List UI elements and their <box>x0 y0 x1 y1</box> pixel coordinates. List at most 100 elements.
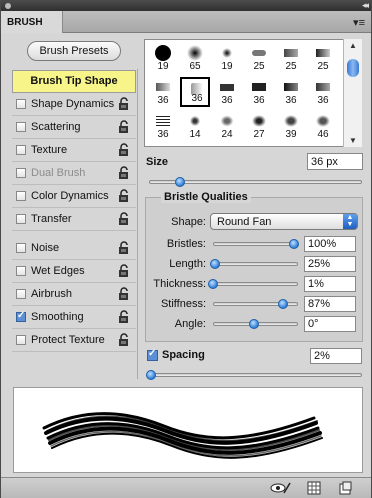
option-scattering[interactable]: Scattering <box>12 116 136 139</box>
brush-tip-swatch <box>281 46 301 60</box>
brush-grid-icon[interactable] <box>307 481 321 495</box>
lock-icon[interactable] <box>118 212 130 226</box>
option-shape-dynamics[interactable]: Shape Dynamics <box>12 93 136 116</box>
panel-menu-icon[interactable]: ▾≡ <box>353 16 365 29</box>
length-slider-track[interactable] <box>213 262 298 266</box>
brush-tip-cell[interactable]: 24 <box>212 111 242 141</box>
texture-checkbox[interactable] <box>16 145 26 155</box>
option-color-dynamics[interactable]: Color Dynamics <box>12 185 136 208</box>
option-smoothing[interactable]: Smoothing <box>12 306 136 329</box>
brush-tip-cell[interactable]: 36 <box>244 77 274 107</box>
option-noise[interactable]: Noise <box>12 237 136 260</box>
brush-tip-shape-item[interactable]: Brush Tip Shape <box>12 70 136 93</box>
brush-tip-cell[interactable]: 36 <box>308 77 338 107</box>
panel-titlebar: ◂◂ <box>1 0 371 11</box>
size-field[interactable]: 36 px <box>307 153 363 170</box>
brush-tip-swatch <box>313 80 333 94</box>
noise-checkbox[interactable] <box>16 243 26 253</box>
shape-select-value: Round Fan <box>217 216 272 228</box>
brush-tip-grid[interactable]: 19 65 19 25 25 25 36 36 36 36 36 36 36 14 24 27 39 46 <box>144 39 362 147</box>
brush-tip-cell[interactable]: 14 <box>180 111 210 141</box>
collapse-icon[interactable]: ◂◂ <box>362 0 369 11</box>
bristles-slider-knob[interactable] <box>289 239 299 249</box>
stiffness-field[interactable]: 87% <box>304 296 356 312</box>
shape-select[interactable]: Round Fan ▲ ▼ <box>210 213 358 230</box>
size-slider-knob[interactable] <box>175 177 185 187</box>
lock-icon[interactable] <box>118 143 130 157</box>
brush-tip-cell[interactable]: 36 <box>148 111 178 141</box>
brush-tip-cell[interactable]: 36 <box>180 77 210 107</box>
brush-tip-cell[interactable]: 36 <box>212 77 242 107</box>
brush-tip-size: 46 <box>317 129 329 140</box>
length-field[interactable]: 25% <box>304 256 356 272</box>
bristle-preview-toggle-icon[interactable] <box>269 481 291 495</box>
option-dual-brush[interactable]: Dual Brush <box>12 162 136 185</box>
close-icon[interactable] <box>5 3 11 9</box>
new-preset-icon[interactable] <box>338 481 352 495</box>
transfer-label: Transfer <box>31 213 72 225</box>
brush-tip-size: 24 <box>221 129 233 140</box>
angle-slider-knob[interactable] <box>248 319 259 329</box>
angle-label: Angle: <box>174 318 206 330</box>
smoothing-checkbox[interactable] <box>16 310 26 322</box>
option-texture[interactable]: Texture <box>12 139 136 162</box>
brush-tip-size: 65 <box>189 61 201 72</box>
brush-tip-cell[interactable]: 46 <box>308 111 338 141</box>
option-protect-texture[interactable]: Protect Texture <box>12 329 136 352</box>
noise-label: Noise <box>31 242 60 254</box>
airbrush-checkbox[interactable] <box>16 289 26 299</box>
brush-tip-cell[interactable]: 39 <box>276 111 306 141</box>
spacing-slider-knob[interactable] <box>146 370 156 380</box>
bristles-field[interactable]: 100% <box>304 236 356 252</box>
lock-icon[interactable] <box>118 264 130 278</box>
brush-tip-cell[interactable]: 36 <box>276 77 306 107</box>
angle-field[interactable]: 0° <box>304 316 356 332</box>
thickness-slider-knob[interactable] <box>208 279 218 289</box>
color-dynamics-checkbox[interactable] <box>16 191 26 201</box>
lock-icon[interactable] <box>118 120 130 134</box>
protect-texture-checkbox[interactable] <box>16 335 26 345</box>
brush-grid-scrollbar[interactable]: ▲ ▼ <box>343 39 362 147</box>
lock-icon[interactable] <box>118 287 130 301</box>
spacing-field[interactable]: 2% <box>310 348 362 364</box>
lock-icon[interactable] <box>118 310 130 324</box>
brush-tip-size: 14 <box>189 129 201 140</box>
spacing-slider-track[interactable] <box>149 373 362 377</box>
brush-tip-cell[interactable]: 25 <box>276 43 306 73</box>
dual-brush-checkbox[interactable] <box>16 168 26 178</box>
lock-icon[interactable] <box>118 333 130 347</box>
option-wet-edges[interactable]: Wet Edges <box>12 260 136 283</box>
brush-tip-cell[interactable]: 19 <box>212 43 242 73</box>
scattering-checkbox[interactable] <box>16 122 26 132</box>
spacing-checkbox[interactable] <box>147 348 158 361</box>
transfer-checkbox[interactable] <box>16 214 26 224</box>
shape-dynamics-checkbox[interactable] <box>16 99 26 109</box>
scroll-thumb[interactable] <box>347 59 359 77</box>
panel-tabbar: BRUSH ▾≡ <box>1 11 371 33</box>
lock-icon[interactable] <box>118 241 130 255</box>
brush-tip-size: 36 <box>285 95 297 106</box>
tab-brush[interactable]: BRUSH <box>1 11 63 33</box>
length-slider-knob[interactable] <box>209 259 220 269</box>
scroll-up-icon[interactable]: ▲ <box>349 41 357 50</box>
brush-tip-cell[interactable]: 25 <box>308 43 338 73</box>
lock-icon[interactable] <box>118 166 130 180</box>
panel-bottom-bar <box>1 477 371 498</box>
bristles-label: Bristles: <box>166 238 206 250</box>
lock-icon[interactable] <box>118 189 130 203</box>
brush-tip-cell[interactable]: 36 <box>148 77 178 107</box>
brush-tip-cell[interactable]: 19 <box>148 43 178 73</box>
brush-tip-cell[interactable]: 65 <box>180 43 210 73</box>
bristles-slider-track[interactable] <box>213 242 298 246</box>
brush-tip-cell[interactable]: 27 <box>244 111 274 141</box>
option-airbrush[interactable]: Airbrush <box>12 283 136 306</box>
wet-edges-checkbox[interactable] <box>16 266 26 276</box>
brush-tip-cell[interactable]: 25 <box>244 43 274 73</box>
brush-presets-button[interactable]: Brush Presets <box>27 41 121 61</box>
thickness-field[interactable]: 1% <box>304 276 356 292</box>
option-transfer[interactable]: Transfer <box>12 208 136 231</box>
size-label: Size <box>146 156 169 168</box>
thickness-slider-track[interactable] <box>213 282 298 286</box>
lock-icon[interactable] <box>118 97 130 111</box>
scroll-down-icon[interactable]: ▼ <box>349 136 357 145</box>
